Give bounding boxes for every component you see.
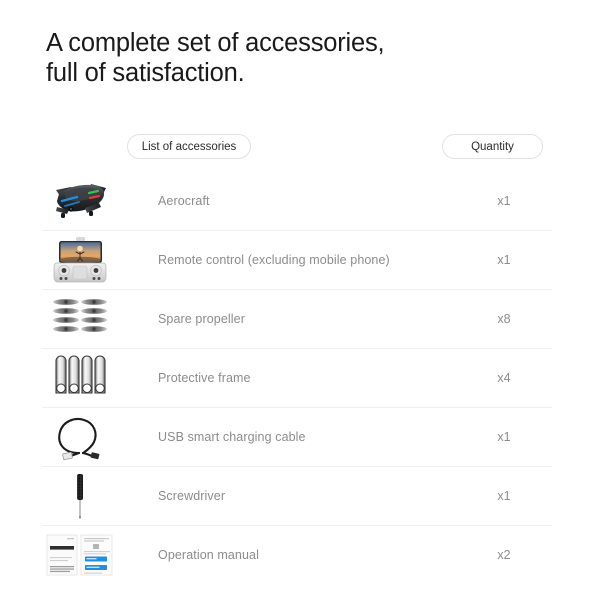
accessory-name: Spare propeller xyxy=(158,312,245,326)
column-header-accessories: List of accessories xyxy=(127,134,251,159)
accessory-name: Protective frame xyxy=(158,371,251,385)
table-row: Remote control (excluding mobile phone) … xyxy=(42,231,552,290)
accessory-name: Aerocraft xyxy=(158,194,210,208)
accessory-name: Operation manual xyxy=(158,548,259,562)
drone-aircraft-image xyxy=(42,172,118,230)
drone-aircraft-icon xyxy=(56,184,106,218)
protective-frame-image xyxy=(42,349,118,407)
accessory-quantity: x2 xyxy=(497,548,511,562)
table-row: Spare propeller x8 xyxy=(42,290,552,349)
remote-controller-image xyxy=(42,231,118,289)
page-title-line-1: A complete set of accessories, xyxy=(46,29,385,57)
column-header-accessories-label: List of accessories xyxy=(141,140,237,153)
usb-charging-cable-image xyxy=(42,408,118,466)
table-row: Aerocraft x1 xyxy=(42,172,552,231)
protective-frame-icon xyxy=(55,355,106,394)
accessory-quantity: x1 xyxy=(497,253,511,267)
screwdriver-icon xyxy=(77,474,83,519)
spare-propellers-icon xyxy=(53,299,107,332)
operation-manual-icon xyxy=(46,534,113,576)
usb-charging-cable-icon xyxy=(58,418,100,461)
accessory-name: Remote control (excluding mobile phone) xyxy=(158,253,390,267)
table-row: Protective frame x4 xyxy=(42,349,552,408)
table-row: Operation manual x2 xyxy=(42,526,552,584)
screwdriver-image xyxy=(42,467,118,525)
page-title: A complete set of accessories, full of s… xyxy=(46,28,385,88)
page-title-line-2: full of satisfaction. xyxy=(46,59,245,87)
spare-propellers-image xyxy=(42,290,118,348)
column-header-quantity: Quantity xyxy=(442,134,543,159)
accessory-quantity: x1 xyxy=(497,194,511,208)
column-header-quantity-label: Quantity xyxy=(471,140,514,153)
operation-manual-image xyxy=(42,526,118,584)
accessory-name: USB smart charging cable xyxy=(158,430,306,444)
accessory-quantity: x8 xyxy=(497,312,511,326)
accessories-table: Aerocraft x1 Remote control (excluding m… xyxy=(42,172,552,584)
accessory-quantity: x1 xyxy=(497,489,511,503)
accessory-quantity: x4 xyxy=(497,371,511,385)
table-row: USB smart charging cable x1 xyxy=(42,408,552,467)
remote-controller-icon xyxy=(53,237,107,283)
accessory-quantity: x1 xyxy=(497,430,511,444)
table-row: Screwdriver x1 xyxy=(42,467,552,526)
accessory-name: Screwdriver xyxy=(158,489,226,503)
